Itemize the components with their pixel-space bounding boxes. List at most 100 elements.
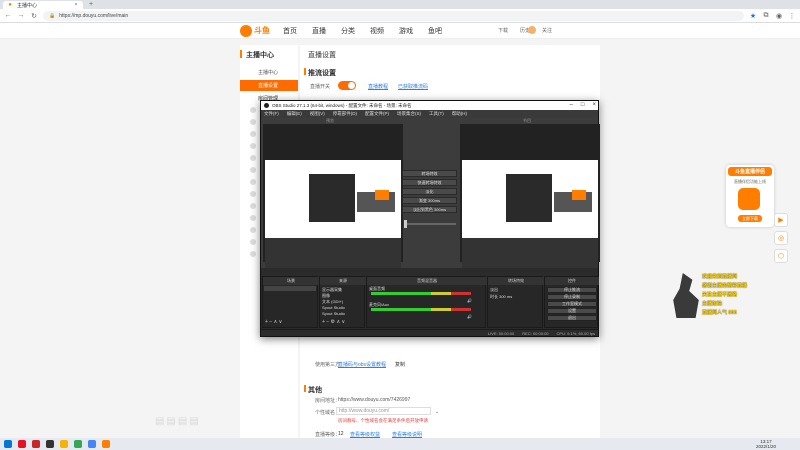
nav-home[interactable]: 首页 [283, 26, 297, 36]
chat-line: 主播加油 [702, 301, 723, 307]
new-tab-icon[interactable]: + [87, 0, 95, 8]
duration-field[interactable]: 时长 300 ms [490, 294, 512, 300]
quick-transition-button[interactable]: 快速转场特效 [402, 179, 457, 186]
wechat-icon[interactable] [74, 440, 82, 448]
level-info-link[interactable]: 查看等级说明 [392, 431, 422, 438]
forward-icon[interactable]: → [17, 12, 25, 20]
capture-card [375, 190, 389, 200]
studio-transition-panel: 转场特效 快速转场特效 淡化 渐变 300ms 淡出到黑色 300ms [402, 158, 458, 238]
stop-recording-button[interactable]: 停止录制 [547, 294, 597, 300]
menu-docks[interactable]: 停靠部件(D) [333, 111, 357, 117]
transition-select[interactable]: 淡出 [490, 287, 498, 293]
scene-row-selected[interactable] [264, 286, 316, 291]
sidebar-icon [250, 239, 256, 245]
volume-icon[interactable]: 🔊 [467, 314, 472, 319]
level-benefits-link[interactable]: 查看等级权益 [350, 431, 380, 438]
nav-live[interactable]: 直播 [312, 26, 326, 36]
t-bar-handle[interactable] [404, 220, 407, 228]
follow-link[interactable]: 关注 [542, 27, 552, 34]
browser-tab[interactable]: ● 主播中心 × [3, 1, 83, 9]
audio-meter [371, 308, 471, 311]
reload-icon[interactable]: ↻ [30, 12, 38, 20]
custom-url-dropdown-icon[interactable]: ⌄ [435, 409, 439, 415]
stream-key-link[interactable]: 已获取推流码 [398, 83, 428, 90]
start-icon[interactable] [4, 440, 12, 448]
menu-file[interactable]: 文件(F) [264, 111, 279, 117]
capture-obs-window [506, 174, 592, 222]
download-link[interactable]: 下载 [498, 27, 508, 34]
side-action-icon[interactable]: ▶ [774, 213, 788, 227]
app-icon[interactable] [32, 440, 40, 448]
obs-taskbar-icon[interactable] [46, 440, 54, 448]
menu-tools[interactable]: 工具(T) [429, 111, 444, 117]
maximize-icon[interactable]: □ [581, 102, 585, 108]
scene-controls[interactable]: + − ∧ ∨ [265, 319, 282, 325]
header-right: 下载 历史 关注 [498, 27, 552, 34]
douyu-logo[interactable]: 斗鱼 [240, 24, 276, 37]
main-nav: 首页 直播 分类 视频 游戏 鱼吧 [283, 26, 442, 36]
stream-toggle[interactable] [338, 81, 356, 90]
dragon-figure-image [673, 273, 699, 318]
sidebar-icon [250, 155, 256, 161]
close-icon[interactable]: × [592, 102, 596, 108]
app-icon[interactable] [18, 440, 26, 448]
dock-title: 音频混音器 [367, 277, 487, 285]
nav-category[interactable]: 分类 [341, 26, 355, 36]
settings-button[interactable]: 设置 [547, 308, 597, 314]
avatar[interactable] [528, 26, 536, 34]
sidebar-item-label: 主播中心 [258, 70, 279, 76]
source-row[interactable]: Spout Studio [322, 305, 345, 310]
sidebar-item-live-settings[interactable]: 直播设置 [240, 80, 298, 91]
program-capture [462, 160, 598, 238]
minimize-icon[interactable]: – [570, 102, 573, 108]
bookmark-star-icon[interactable]: ★ [749, 12, 757, 20]
logo-text: 斗鱼 [254, 26, 270, 35]
nav-video[interactable]: 视频 [370, 26, 384, 36]
nav-games[interactable]: 游戏 [399, 26, 413, 36]
cpu-fps: CPU: 9.1%, 60.00 fps [556, 330, 595, 336]
transition-button[interactable]: 转场特效 [402, 170, 457, 177]
menu-scene-collection[interactable]: 场景集合(S) [397, 111, 421, 117]
tutorial-link[interactable]: 直播教程 [368, 83, 388, 90]
close-tab-icon[interactable]: × [72, 1, 80, 9]
app-icon[interactable] [60, 440, 68, 448]
obs-titlebar[interactable]: OBS Studio 27.1.3 (64-bit, windows) - 配置… [261, 101, 598, 110]
copy-button[interactable]: 复制 [395, 361, 405, 368]
download-button[interactable]: 立即下载 [738, 215, 762, 222]
douyu-icon[interactable] [102, 440, 110, 448]
profile-icon[interactable]: ◉ [775, 12, 783, 20]
obs-tutorial-link[interactable]: 直播码与obs设置教程 [338, 361, 386, 368]
menu-help[interactable]: 帮助(H) [452, 111, 467, 117]
address-bar[interactable]: 🔒 https://mp.douyu.com/live/main [43, 10, 744, 21]
menu-edit[interactable]: 编辑(E) [287, 111, 302, 117]
chrome-icon[interactable] [88, 440, 96, 448]
studio-mode-button[interactable]: 工作室模式 [547, 301, 597, 307]
desktop-watermark: ▤▤▤▤ [155, 416, 201, 427]
preview-pane[interactable] [263, 124, 403, 268]
gradient-button[interactable]: 渐变 300ms [402, 197, 457, 204]
dock-title: 场景 [263, 277, 319, 285]
custom-url-field[interactable]: http://www.douyu.com/ [336, 407, 431, 415]
fade-black-button[interactable]: 淡出到黑色 300ms [402, 206, 457, 213]
fade-button[interactable]: 淡化 [402, 188, 457, 195]
sidebar-accent [240, 50, 242, 58]
menu-view[interactable]: 视图(V) [310, 111, 325, 117]
nav-fishbar[interactable]: 鱼吧 [428, 26, 442, 36]
menu-profile[interactable]: 配置文件(P) [365, 111, 389, 117]
volume-icon[interactable]: 🔊 [467, 298, 472, 303]
back-icon[interactable]: ← [4, 12, 12, 20]
stop-streaming-button[interactable]: 停止推流 [547, 287, 597, 293]
source-row[interactable]: Spout Studio [322, 311, 345, 316]
menu-icon[interactable]: ⋮ [788, 12, 796, 20]
clock[interactable]: 13:17 2022/1/20 [756, 439, 776, 449]
extensions-icon[interactable]: ⧉ [762, 12, 770, 20]
t-bar-track[interactable] [404, 223, 456, 225]
room-url-value[interactable]: https://www.douyu.com/7426997 [338, 397, 410, 403]
source-controls[interactable]: + − ⚙ ∧ ∨ [322, 319, 345, 325]
exit-button[interactable]: 退出 [547, 315, 597, 321]
third-party-label: 使用第三方 [315, 362, 341, 368]
side-action-icon[interactable]: ⬡ [774, 249, 788, 263]
side-action-icon[interactable]: ◎ [774, 231, 788, 245]
sidebar-icon [250, 203, 256, 209]
sidebar-item-home[interactable]: 主播中心 [240, 67, 298, 78]
